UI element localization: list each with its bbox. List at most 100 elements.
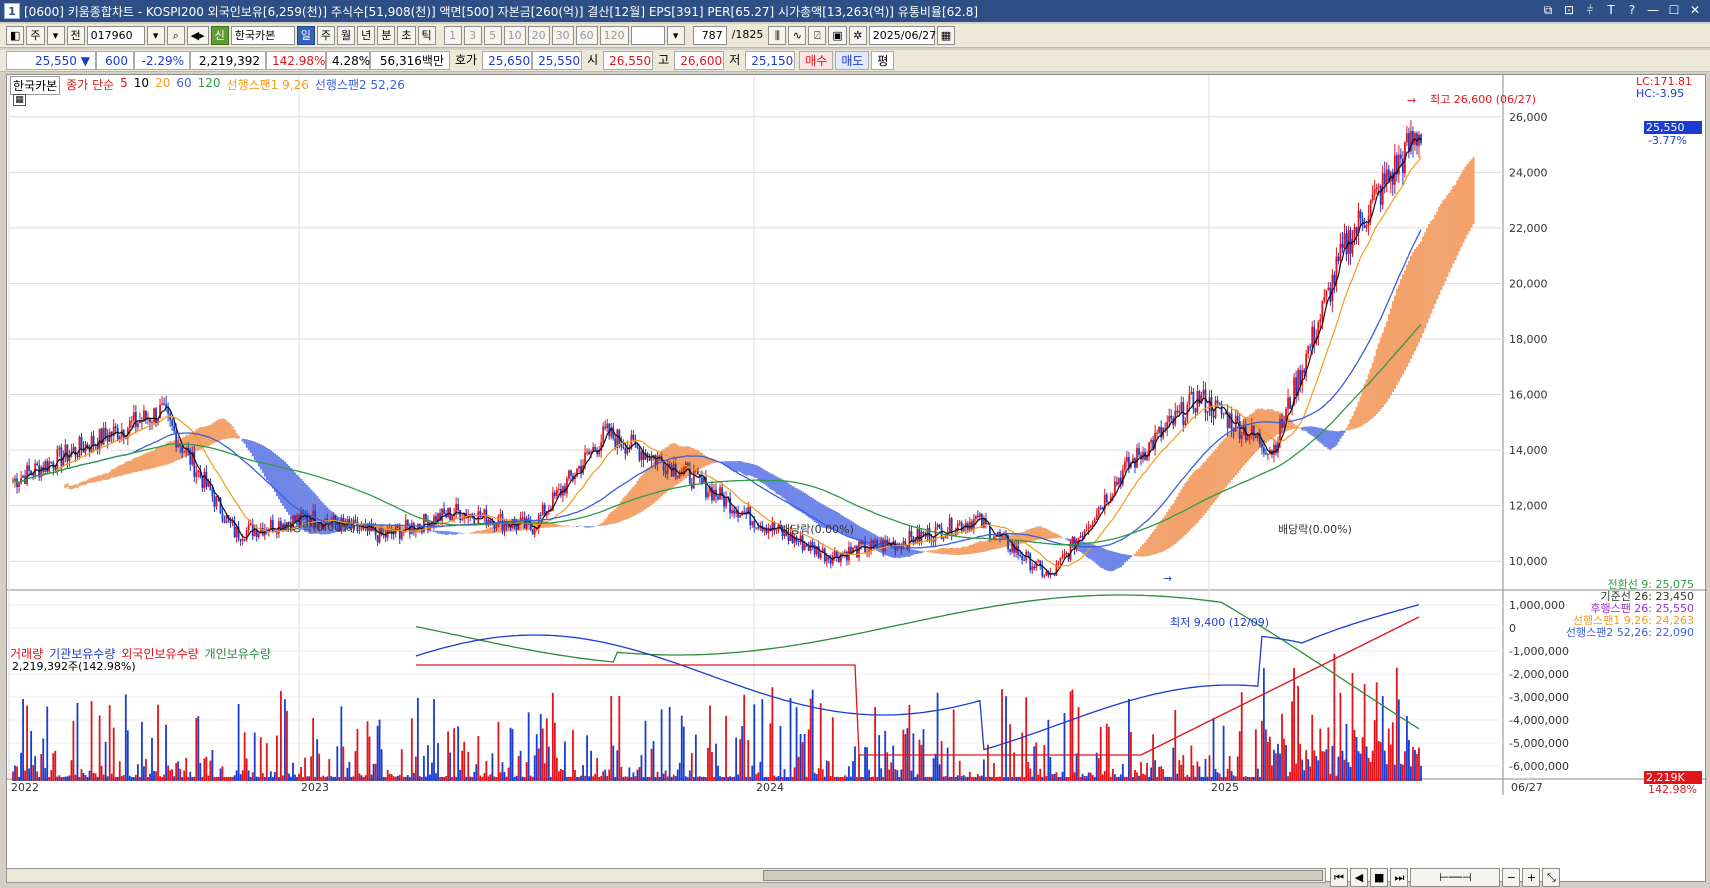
next-icon[interactable]: ⏭ bbox=[1390, 868, 1409, 887]
volume-bar bbox=[779, 725, 782, 781]
prev-icon[interactable]: ◀ bbox=[1350, 868, 1368, 887]
fit-icon[interactable]: ⍁ bbox=[808, 26, 827, 45]
zoom-in-icon[interactable]: + bbox=[1522, 868, 1541, 887]
save-icon[interactable]: ▣ bbox=[828, 26, 847, 45]
candle-body bbox=[479, 511, 482, 518]
legend-ma-label[interactable]: 종가 단순 bbox=[66, 76, 114, 95]
volume-bar bbox=[1220, 776, 1223, 781]
date-input[interactable]: 2025/06/27 bbox=[868, 26, 936, 45]
layout-menu-icon[interactable]: ◧ bbox=[6, 26, 25, 45]
horizontal-scrollbar[interactable] bbox=[6, 868, 1326, 883]
period-tick[interactable]: 틱 bbox=[417, 26, 436, 45]
legend-span2[interactable]: 선행스팬2 52,26 bbox=[315, 76, 405, 95]
range-input[interactable]: 787 bbox=[692, 26, 727, 45]
candle-body bbox=[856, 546, 858, 558]
restore-layout-icon[interactable]: ⧉ bbox=[1539, 2, 1557, 19]
maximize-button[interactable]: ☐ bbox=[1665, 2, 1683, 19]
line-type-icon[interactable]: ∿ bbox=[788, 26, 807, 45]
legend-stock-name[interactable]: 한국카본 bbox=[10, 76, 61, 95]
volume-bar bbox=[1180, 764, 1183, 781]
legend-ma20[interactable]: 20 bbox=[155, 76, 170, 95]
stop-icon[interactable]: ■ bbox=[1370, 868, 1389, 887]
volume-bar bbox=[713, 776, 715, 781]
stock-name-field[interactable]: 한국카본 bbox=[230, 26, 295, 45]
volume-bar bbox=[199, 762, 202, 781]
period-month[interactable]: 월 bbox=[337, 26, 356, 45]
buy-button[interactable]: 매수 bbox=[799, 51, 834, 70]
period-minute[interactable]: 분 bbox=[377, 26, 396, 45]
volume-bar bbox=[582, 765, 584, 781]
volume-bar bbox=[1035, 742, 1038, 781]
sound-icon[interactable]: ◀▸ bbox=[186, 26, 209, 45]
reset-icon[interactable]: ⤡ bbox=[1542, 868, 1561, 887]
period-week[interactable]: 주 bbox=[316, 26, 336, 45]
candle-body bbox=[1323, 296, 1326, 302]
chart-canvas[interactable]: 26,000 24,000 22,000 20,000 18,000 16,000 14,0… bbox=[7, 75, 1707, 883]
volume-bar bbox=[960, 776, 963, 781]
code-dropdown-icon[interactable]: ▾ bbox=[146, 26, 165, 45]
font-icon[interactable]: T bbox=[1602, 2, 1620, 19]
legend-span1[interactable]: 선행스팬1 9,26 bbox=[227, 76, 309, 95]
minimize-button[interactable]: — bbox=[1644, 2, 1662, 19]
candle-body bbox=[622, 447, 625, 449]
legend-ma120[interactable]: 120 bbox=[198, 76, 221, 95]
volume-bar bbox=[1069, 691, 1072, 781]
interval-1[interactable]: 1 bbox=[443, 26, 462, 45]
flat-button[interactable]: 평 bbox=[871, 51, 895, 70]
volume-bar bbox=[1389, 744, 1392, 781]
volume-bar bbox=[143, 766, 145, 781]
volume-bar bbox=[662, 773, 665, 781]
legend-ma5[interactable]: 5 bbox=[120, 76, 128, 95]
pin-icon[interactable]: ⫩ bbox=[1581, 2, 1599, 19]
mode-dropdown-icon[interactable]: ▾ bbox=[46, 26, 65, 45]
volume-bar bbox=[44, 768, 47, 781]
candle-type-icon[interactable]: ⫼ bbox=[768, 26, 787, 45]
volume-bar bbox=[1170, 776, 1173, 781]
mode-select-b[interactable]: 전 bbox=[66, 26, 85, 45]
volume-bar bbox=[896, 770, 899, 781]
custom-interval-input[interactable] bbox=[630, 26, 665, 45]
help-icon[interactable]: ? bbox=[1623, 2, 1641, 19]
interval-10[interactable]: 10 bbox=[503, 26, 526, 45]
code-input[interactable]: 017960 bbox=[86, 26, 145, 45]
layout-icon[interactable]: ⊡ bbox=[1560, 2, 1578, 19]
settings-icon[interactable]: ✲ bbox=[848, 26, 867, 45]
legend-ma60[interactable]: 60 bbox=[176, 76, 191, 95]
interval-30[interactable]: 30 bbox=[551, 26, 574, 45]
zoom-slider[interactable]: ⊢──⊣ bbox=[1410, 868, 1501, 887]
chart-area[interactable]: 26,000 24,000 22,000 20,000 18,000 16,000 14,0… bbox=[6, 74, 1707, 883]
sell-button[interactable]: 매도 bbox=[835, 51, 870, 70]
first-icon[interactable]: ⏮ bbox=[1330, 868, 1348, 887]
zoom-out-icon[interactable]: − bbox=[1502, 868, 1521, 887]
volume-bar bbox=[318, 753, 321, 781]
calendar-icon[interactable]: ▦ bbox=[936, 26, 956, 45]
volume-bar bbox=[1095, 752, 1098, 781]
volume-bar bbox=[936, 692, 939, 781]
candle-body bbox=[155, 408, 157, 423]
legend-ma10[interactable]: 10 bbox=[134, 76, 149, 95]
volume-bar bbox=[1295, 763, 1298, 781]
volume-bar bbox=[145, 759, 147, 781]
period-year[interactable]: 년 bbox=[357, 26, 376, 45]
volume-bar bbox=[1132, 776, 1134, 781]
volume-bar bbox=[1154, 760, 1157, 781]
legend-individual[interactable]: 개인보유수량 bbox=[205, 645, 271, 662]
candle-body bbox=[541, 504, 544, 515]
interval-5[interactable]: 5 bbox=[483, 26, 502, 45]
candle-body bbox=[640, 451, 643, 461]
interval-20[interactable]: 20 bbox=[527, 26, 550, 45]
search-icon[interactable]: ⌕ bbox=[166, 26, 185, 45]
interval-dropdown-icon[interactable]: ▾ bbox=[666, 26, 685, 45]
interval-60[interactable]: 60 bbox=[575, 26, 598, 45]
mode-select-a[interactable]: 주 bbox=[26, 26, 45, 45]
close-button[interactable]: ✕ bbox=[1686, 2, 1704, 19]
volume-bar bbox=[277, 776, 280, 781]
volume-bar bbox=[483, 773, 486, 781]
volume-bar bbox=[618, 695, 621, 781]
grid-table-icon[interactable]: ▦ bbox=[13, 94, 26, 106]
period-day[interactable]: 일 bbox=[296, 26, 315, 45]
interval-120[interactable]: 120 bbox=[599, 26, 629, 45]
interval-3[interactable]: 3 bbox=[463, 26, 482, 45]
period-second[interactable]: 초 bbox=[397, 26, 416, 45]
scroll-thumb[interactable] bbox=[763, 870, 1323, 881]
